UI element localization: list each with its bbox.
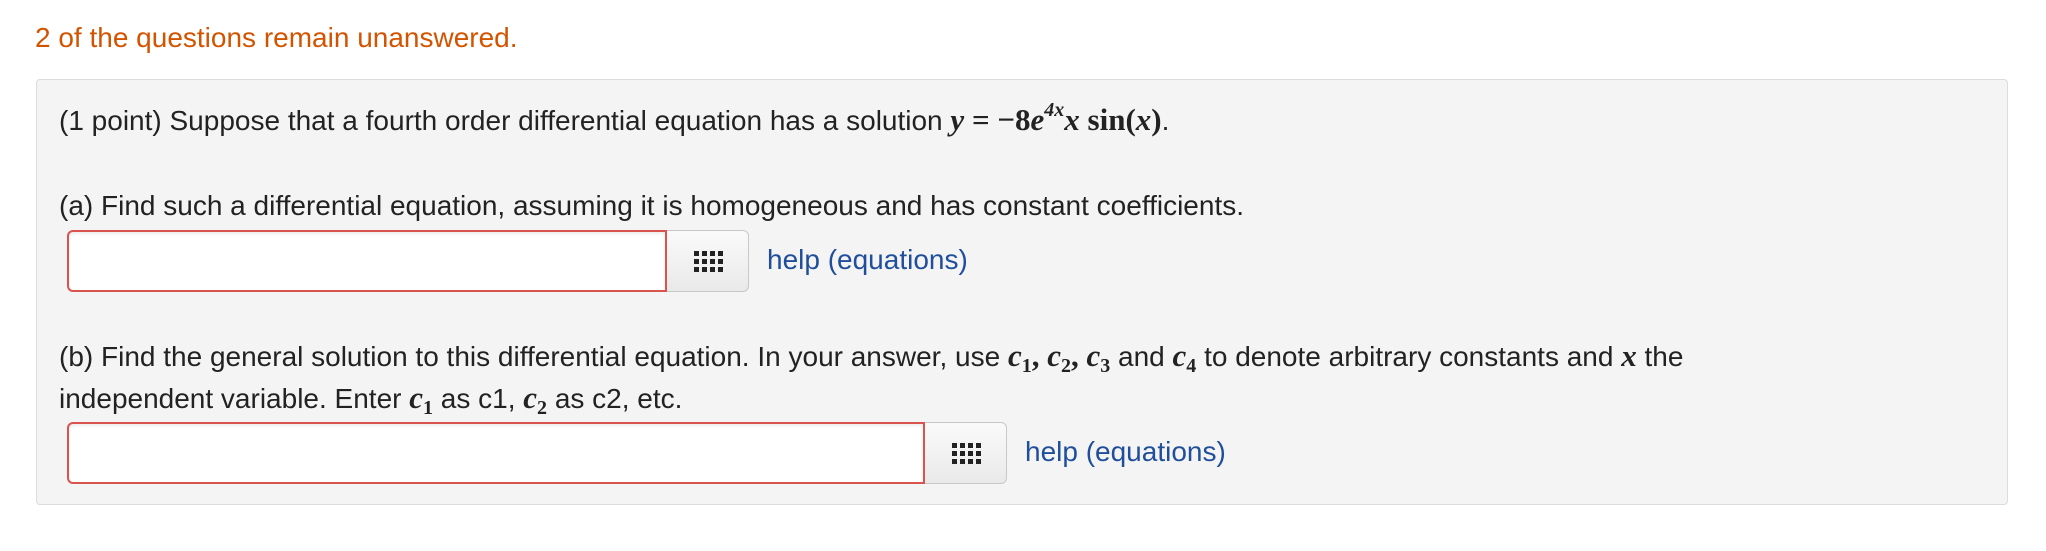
problem-intro: (1 point) Suppose that a fourth order di… xyxy=(59,105,943,136)
grid-keypad-icon xyxy=(952,443,981,465)
part-b-prompt-text-1: (b) Find the general solution to this di… xyxy=(59,341,1001,372)
const-c2-example: c2 xyxy=(523,380,547,418)
formula-paren-open: ( xyxy=(1125,102,1136,137)
part-a-prompt: (a) Find such a differential equation, a… xyxy=(59,190,1245,221)
formula-y: y xyxy=(950,102,965,137)
const-c3-sub: 3 xyxy=(1100,355,1111,377)
part-b-prompt-text-2: to denote arbitrary constants and xyxy=(1204,341,1614,372)
part-b-help-link[interactable]: help (equations) xyxy=(1025,432,1226,472)
solution-formula: y = −8e4xx sin(x) xyxy=(950,99,1162,137)
comma-1: , xyxy=(1031,338,1040,373)
formula-x: x xyxy=(1064,102,1080,137)
part-b-line2-c: as c2, etc. xyxy=(554,383,683,414)
unanswered-status: 2 of the questions remain unanswered. xyxy=(35,22,518,53)
part-a-answer-input[interactable] xyxy=(67,230,667,292)
const-c2: c xyxy=(1047,338,1061,373)
example-c1: c xyxy=(409,380,424,415)
formula-sin: sin xyxy=(1087,102,1126,137)
formula-paren-close: ) xyxy=(1151,102,1162,137)
formula-exponent: 4x xyxy=(1044,99,1065,121)
part-b-line2-a: independent variable. Enter xyxy=(59,383,402,414)
part-b-keypad-button[interactable] xyxy=(925,422,1007,484)
part-b-answer-input[interactable] xyxy=(67,422,925,484)
example-c1-sub: 1 xyxy=(423,397,434,419)
part-b-line2-b: as c1, xyxy=(440,383,516,414)
constants-list: c1, c2, c3 xyxy=(1007,338,1110,376)
part-b-prompt-text-3: the xyxy=(1644,341,1684,372)
problem-statement: (1 point) Suppose that a fourth order di… xyxy=(59,100,1169,141)
const-c4-sub: 4 xyxy=(1186,355,1197,377)
part-a-keypad-button[interactable] xyxy=(667,230,749,292)
part-b-answer-row: help (equations) xyxy=(67,422,1226,484)
formula-coefficient: −8 xyxy=(997,102,1031,137)
problem-panel: (1 point) Suppose that a fourth order di… xyxy=(36,79,2008,505)
formula-arg: x xyxy=(1135,102,1152,137)
part-b-and: and xyxy=(1118,341,1165,372)
const-c1-example: c1 xyxy=(409,380,433,418)
const-c4-formula: c4 xyxy=(1172,338,1197,376)
formula-equals: = xyxy=(971,102,990,137)
comma-2: , xyxy=(1070,338,1079,373)
part-b-prompt-line1: (b) Find the general solution to this di… xyxy=(59,336,1683,377)
part-b-prompt-line2: independent variable. Enter c1 as c1, c2… xyxy=(59,378,682,419)
grid-keypad-icon xyxy=(694,251,723,273)
variable-x: x xyxy=(1621,338,1637,373)
example-c2: c xyxy=(523,380,538,415)
const-c3: c xyxy=(1086,338,1101,373)
const-c2-sub: 2 xyxy=(1060,355,1071,377)
const-c1: c xyxy=(1007,338,1022,373)
const-c1-sub: 1 xyxy=(1021,355,1032,377)
example-c2-sub: 2 xyxy=(537,397,548,419)
part-a-answer-row: help (equations) xyxy=(67,230,968,292)
formula-exp-base: e xyxy=(1030,102,1045,137)
const-c4: c xyxy=(1172,338,1187,373)
problem-intro-end: . xyxy=(1161,105,1170,136)
part-a-help-link[interactable]: help (equations) xyxy=(767,240,968,280)
